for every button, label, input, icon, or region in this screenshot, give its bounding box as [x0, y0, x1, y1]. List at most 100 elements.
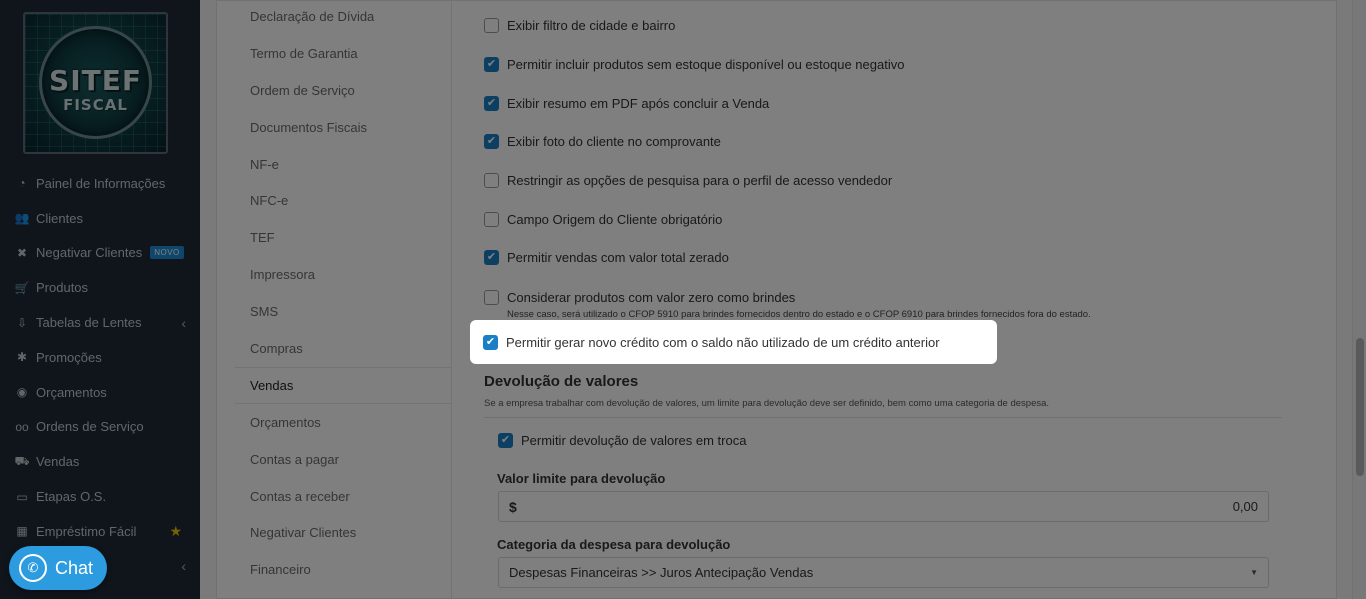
setting-checkbox[interactable] [484, 173, 499, 188]
setting-label: Restringir as opções de pesquisa para o … [507, 173, 893, 188]
setting-checkbox-row[interactable]: Exibir filtro de cidade e bairro [484, 18, 675, 33]
limit-input[interactable]: $ 0,00 [498, 491, 1269, 522]
limit-value: 0,00 [1232, 499, 1258, 514]
subnav-item[interactable]: SMS [217, 293, 451, 330]
sidebar-item[interactable]: oo Ordens de Serviço [0, 410, 200, 445]
chevron-left-icon: ‹ [181, 558, 186, 575]
sidebar-item[interactable]: 🛒 Produtos [0, 270, 200, 305]
subnav-item[interactable]: Contas a pagar [217, 441, 451, 478]
highlighted-checkbox[interactable]: ✔ [483, 334, 498, 350]
caret-down-icon: ▼ [1250, 568, 1258, 577]
page-scrollbar[interactable] [1352, 0, 1366, 599]
sidebar-item-label: Vendas [36, 454, 80, 470]
asterisk-icon: ✱ [16, 350, 28, 365]
setting-checkbox[interactable] [484, 18, 499, 33]
setting-checkbox[interactable]: ✔ [484, 57, 499, 72]
settings-panel: Declaração de Dívida Termo de Garantia Ord… [216, 0, 1337, 599]
subnav-item[interactable]: NFC-e [217, 182, 451, 219]
subnav-item[interactable]: NF-e [217, 146, 451, 183]
section-divider [484, 417, 1282, 418]
highlighted-checkbox-label: Permitir gerar novo crédito com o saldo … [506, 334, 940, 350]
setting-label: Considerar produtos com valor zero como … [507, 290, 796, 305]
devolucao-checkbox[interactable]: ✔ [498, 433, 513, 448]
setting-text: Campo Origem do Cliente obrigatório [507, 212, 722, 227]
subnav-item[interactable]: Ordem de Serviço [217, 72, 451, 109]
main-area: Declaração de Dívida Termo de Garantia Ord… [200, 0, 1366, 599]
setting-checkbox-row[interactable]: Restringir as opções de pesquisa para o … [484, 173, 892, 188]
setting-checkbox[interactable]: ✔ [484, 96, 499, 111]
category-value: Despesas Financeiras >> Juros Antecipaçã… [509, 565, 814, 580]
subnav-item[interactable]: Compras [217, 330, 451, 367]
devolucao-checkbox-label: Permitir devolução de valores em troca [521, 433, 747, 448]
setting-checkbox[interactable]: ✔ [484, 134, 499, 149]
sidebar-item-label: Clientes [36, 210, 83, 226]
sidebar-item-label: Negativar Clientes [36, 245, 143, 261]
sidebar: SITEF FISCAL ◔ Painel de Informações 👥 Clie… [0, 0, 200, 599]
setting-checkbox-row[interactable]: ✔ Exibir resumo em PDF após concluir a Ve… [484, 96, 769, 111]
sidebar-item[interactable]: ⇩ Tabelas de Lentes ‹ [0, 305, 200, 340]
logo-title: SITEF [49, 64, 142, 97]
glasses-icon: oo [15, 419, 29, 434]
subnav-item[interactable]: Documentos Fiscais [217, 109, 451, 146]
sidebar-item[interactable]: ◔ Painel de Informações [0, 166, 200, 201]
setting-checkbox-row[interactable]: ✔ Exibir foto do cliente no comprovante [484, 134, 721, 149]
setting-checkbox[interactable] [484, 212, 499, 227]
setting-text: Exibir filtro de cidade e bairro [507, 18, 675, 33]
sidebar-item[interactable]: ▭ Etapas O.S. [0, 479, 200, 514]
setting-label: Exibir foto do cliente no comprovante [507, 134, 721, 149]
basket-icon: ⛟ [14, 453, 30, 468]
category-select[interactable]: Despesas Financeiras >> Juros Antecipaçã… [498, 557, 1269, 588]
subnav-item[interactable]: TEF [217, 219, 451, 256]
whatsapp-icon: ✆ [19, 554, 47, 582]
setting-text: Permitir vendas com valor total zerado [507, 250, 729, 265]
devolucao-checkbox-row[interactable]: ✔ Permitir devolução de valores em troca [498, 433, 746, 448]
sidebar-item-label: Tabelas de Lentes [36, 315, 142, 331]
sidebar-item-label: Empréstimo Fácil [36, 523, 137, 539]
setting-checkbox-row[interactable]: ✔ Permitir incluir produtos sem estoque d… [484, 57, 904, 72]
subnav-item[interactable]: Financeiro [217, 551, 451, 588]
subnav-item[interactable]: Negativar Clientes [217, 514, 451, 551]
sidebar-item-label: Orçamentos [36, 384, 107, 400]
setting-label: Permitir vendas com valor total zerado [507, 250, 729, 265]
setting-label: Exibir resumo em PDF após concluir a Ven… [507, 96, 770, 111]
cart-icon: 🛒 [14, 280, 30, 295]
setting-text: Considerar produtos com valor zero como … [507, 290, 1091, 320]
subnav-item[interactable]: Orçamentos [217, 404, 451, 441]
currency-symbol: $ [509, 498, 517, 515]
app-logo[interactable]: SITEF FISCAL [23, 12, 168, 154]
money-icon: ◉ [16, 385, 28, 400]
sidebar-item[interactable]: ✱ Promoções [0, 340, 200, 375]
sidebar-item[interactable]: 👥 Clientes [0, 201, 200, 236]
setting-checkbox[interactable] [484, 290, 499, 305]
setting-checkbox-row[interactable]: Campo Origem do Cliente obrigatório [484, 212, 722, 227]
star-icon: ★ [169, 522, 182, 539]
settings-subnav: Declaração de Dívida Termo de Garantia Ord… [217, 1, 452, 599]
subnav-item[interactable]: Termo de Garantia [217, 35, 451, 72]
sidebar-item[interactable]: ▦ Empréstimo Fácil ★ [0, 514, 200, 549]
sidebar-item[interactable]: ✖ Negativar Clientes NOVO [0, 236, 200, 271]
setting-checkbox[interactable]: ✔ [484, 250, 499, 265]
users-icon: 👥 [14, 211, 30, 226]
subnav-item[interactable]: Impressora [217, 256, 451, 293]
subnav-item[interactable]: Vendas [235, 366, 451, 404]
id-card-icon: ▭ [16, 489, 28, 504]
setting-checkbox-row[interactable]: Considerar produtos com valor zero como … [484, 290, 1091, 320]
scrollbar-thumb[interactable] [1356, 338, 1364, 476]
subnav-item[interactable]: Declaração de Dívida [217, 0, 451, 35]
sidebar-item-label: Painel de Informações [36, 175, 166, 191]
devolucao-title: Devolução de valores [484, 373, 639, 390]
chat-button[interactable]: ✆ Chat [9, 546, 107, 590]
setting-text: Permitir incluir produtos sem estoque di… [507, 57, 904, 72]
category-label: Categoria da despesa para devolução [497, 537, 731, 552]
highlighted-option[interactable]: ✔ Permitir gerar novo crédito com o sald… [470, 320, 997, 364]
setting-checkbox-row[interactable]: ✔ Permitir vendas com valor total zerado [484, 250, 729, 265]
setting-text: Exibir foto do cliente no comprovante [507, 134, 721, 149]
subnav-item[interactable]: Contas a receber [217, 478, 451, 515]
user-x-icon: ✖ [16, 245, 28, 260]
sidebar-item[interactable]: ◉ Orçamentos [0, 375, 200, 410]
setting-label: Campo Origem do Cliente obrigatório [507, 212, 723, 227]
calculator-icon: ▦ [16, 524, 28, 539]
setting-hint: Nesse caso, será utilizado o CFOP 5910 p… [507, 309, 1091, 320]
sidebar-item[interactable]: ⛟ Vendas [0, 444, 200, 479]
sidebar-item-label: Etapas O.S. [36, 489, 107, 505]
